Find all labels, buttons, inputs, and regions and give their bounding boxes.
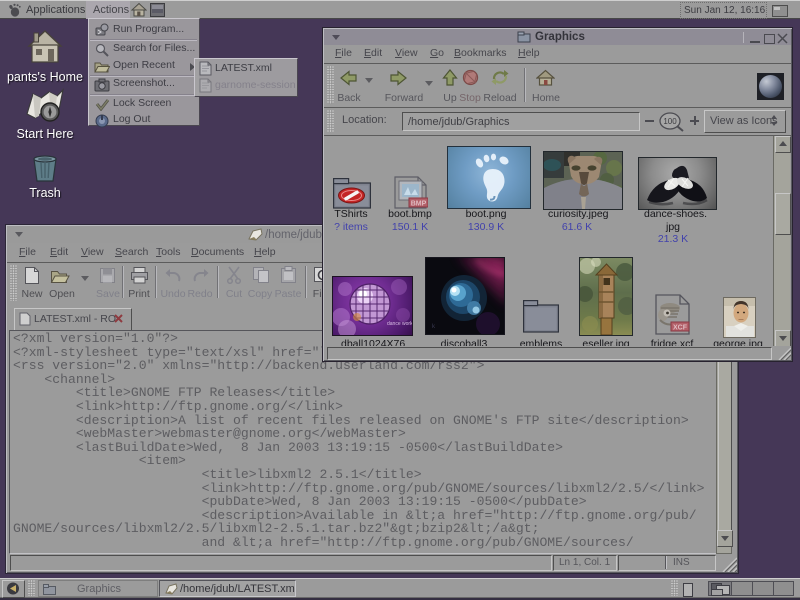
svg-text:k: k [432, 324, 436, 330]
svg-text:100: 100 [663, 117, 677, 126]
svg-text:XCF: XCF [673, 325, 688, 332]
svg-text:BMP: BMP [411, 201, 427, 208]
svg-text:dance work: dance work [387, 321, 412, 327]
